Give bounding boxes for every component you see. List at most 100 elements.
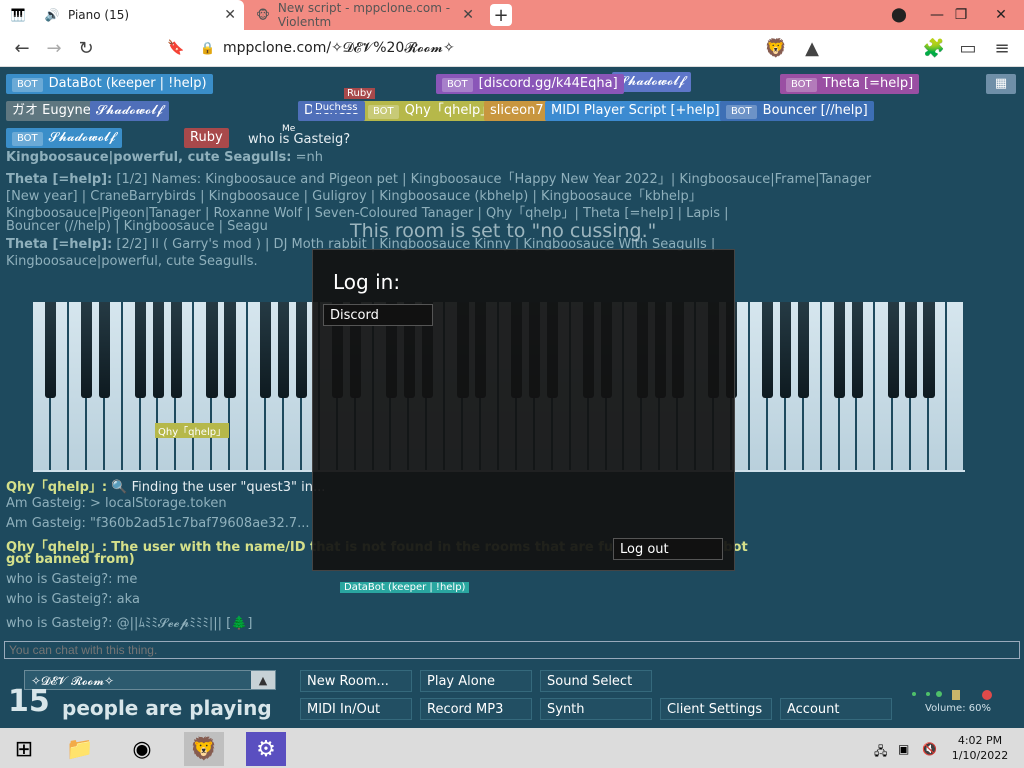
participant-chip[interactable]: 𝓢𝓱𝓪𝓭𝓸𝔀𝓸𝓵𝓯 [90, 101, 169, 121]
windows-start-icon[interactable]: ⊞ [4, 732, 44, 766]
black-key[interactable] [206, 302, 218, 398]
participant-chip[interactable]: sliceon7 [484, 101, 550, 121]
action-center-icon[interactable]: ▣ [898, 742, 909, 756]
chip-label: [discord.gg/k44Eqha] [478, 76, 618, 91]
volume-label: Volume: 60% [925, 703, 991, 714]
network-icon[interactable]: 🖧 [874, 742, 887, 763]
account-button[interactable]: Account [780, 698, 892, 720]
tab-piano[interactable]: 🎹 🔊 Piano (15) ✕ [0, 0, 244, 30]
synth-button[interactable]: Synth [540, 698, 652, 720]
chat-message: Kingboosauce|powerful, cute Seagulls. [6, 254, 258, 269]
sound-select-button[interactable]: Sound Select [540, 670, 652, 692]
close-window-icon[interactable]: ✕ [986, 0, 1016, 30]
chip-label: DataBot (keeper | !help) [48, 76, 207, 91]
participant-chip[interactable]: MIDI Player Script [+help] [545, 101, 726, 121]
grid-icon: ▦ [994, 76, 1008, 91]
black-key[interactable] [780, 302, 792, 398]
system-clock[interactable]: 4:02 PM 1/10/2022 [940, 733, 1020, 763]
black-key[interactable] [296, 302, 308, 398]
tab-new-script[interactable]: 🐵 New script - mppclone.com - Violentm ✕ [246, 0, 482, 30]
black-key[interactable] [833, 302, 845, 398]
participant-chip[interactable]: ガオ Eugyne [6, 101, 97, 121]
chip-label: ガオ Eugyne [12, 103, 91, 118]
record-mp3-button[interactable]: Record MP3 [420, 698, 532, 720]
client-settings-button[interactable]: Client Settings [660, 698, 772, 720]
speaker-icon[interactable]: 🔊 [44, 7, 60, 23]
brave-shield-icon[interactable]: 🦁 [764, 36, 788, 60]
address-bar[interactable]: 🔒 mppclone.com/✧𝓓𝓔𝓥%20𝓡𝓸𝓸𝓶✧ [200, 36, 760, 60]
settings-icon[interactable]: ⚙ [246, 732, 286, 766]
black-key[interactable] [851, 302, 863, 398]
cursor-label: Duchess [312, 102, 361, 113]
extensions-icon[interactable]: 🧩 [922, 36, 946, 60]
chevron-up-icon[interactable]: ▲ [251, 671, 275, 689]
chip-label: Ruby [190, 130, 223, 145]
chat-input[interactable] [4, 641, 1020, 659]
participant-chip[interactable]: BOT [discord.gg/k44Eqha] [436, 74, 624, 94]
participant-chip[interactable]: BOT Qhy「qhelp」 [362, 101, 500, 121]
tab-title: Piano (15) [68, 8, 130, 22]
reload-icon[interactable]: ↻ [74, 36, 98, 60]
profile-icon[interactable]: ⬤ [884, 0, 914, 30]
black-key[interactable] [260, 302, 272, 398]
forward-icon[interactable]: → [42, 36, 66, 60]
black-key[interactable] [887, 302, 899, 398]
grid-toggle-button[interactable]: ▦ [986, 74, 1016, 94]
chip-label: MIDI Player Script [+help] [551, 103, 720, 118]
black-key[interactable] [224, 302, 236, 398]
url-text: mppclone.com/✧𝓓𝓔𝓥%20𝓡𝓸𝓸𝓶✧ [222, 40, 455, 56]
play-alone-button[interactable]: Play Alone [420, 670, 532, 692]
black-key[interactable] [134, 302, 146, 398]
participant-list: BOT DataBot (keeper | !help) 𝓢𝓱𝓪𝓭𝓸𝔀𝓸𝓵𝓯 BO… [0, 66, 1024, 152]
wallet-icon[interactable]: ▭ [956, 36, 980, 60]
chip-label: 𝓢𝓱𝓪𝓭𝓸𝔀𝓸𝓵𝓯 [48, 130, 116, 145]
chat-message: Am Gasteig: "f360b2ad51c7baf79608ae32.7.… [6, 516, 310, 531]
menu-icon[interactable]: ≡ [990, 36, 1014, 60]
brave-browser-icon[interactable]: 🦁 [184, 732, 224, 766]
discord-login-button[interactable]: Discord [323, 304, 433, 326]
chip-label: Theta [=help] [822, 76, 914, 91]
back-icon[interactable]: ← [10, 36, 34, 60]
chat-message: who is Gasteig? [248, 132, 351, 147]
chip-label: Qhy「qhelp」 [404, 103, 494, 118]
chip-label: 𝓢𝓱𝓪𝓭𝓸𝔀𝓸𝓵𝓯 [618, 74, 685, 89]
participant-chip[interactable]: BOT 𝓢𝓱𝓪𝓭𝓸𝔀𝓸𝓵𝓯 [6, 128, 122, 148]
rewards-icon[interactable]: ▲ [800, 36, 824, 60]
chat-message: Qhy「qhelp」: 🔍 Finding the user "quest3" … [6, 480, 326, 495]
cursor-label: DataBot (keeper | !help) [340, 582, 470, 593]
bookmark-icon[interactable]: 🔖 [164, 36, 188, 60]
black-key[interactable] [81, 302, 93, 398]
clock-date: 1/10/2022 [951, 749, 1009, 762]
room-banner: This room is set to "no cussing." [350, 220, 657, 242]
black-key[interactable] [762, 302, 774, 398]
participant-chip[interactable]: Ruby [184, 128, 229, 148]
black-key[interactable] [923, 302, 935, 398]
black-key[interactable] [152, 302, 164, 398]
black-key[interactable] [797, 302, 810, 398]
violentmonkey-icon: 🐵 [256, 8, 270, 22]
new-room-button[interactable]: New Room... [300, 670, 412, 692]
participant-chip[interactable]: BOT Theta [=help] [780, 74, 920, 94]
room-select[interactable]: ✧𝓓𝓔𝓥 𝓡𝓸𝓸𝓶✧ ▲ [24, 670, 276, 690]
black-key[interactable] [98, 302, 111, 398]
participant-chip[interactable]: 𝓢𝓱𝓪𝓭𝓸𝔀𝓸𝓵𝓯 [612, 72, 691, 92]
black-key[interactable] [905, 302, 917, 398]
volume-muted-icon[interactable]: 🔇 [922, 742, 937, 756]
participant-chip[interactable]: BOT Bouncer [//help] [720, 101, 874, 121]
maximize-icon[interactable]: ❐ [946, 0, 976, 30]
black-key[interactable] [170, 302, 182, 398]
chrome-icon[interactable]: ◉ [122, 732, 162, 766]
logout-button[interactable]: Log out [613, 538, 723, 560]
close-icon[interactable]: ✕ [462, 7, 474, 23]
participant-chip[interactable]: BOT DataBot (keeper | !help) [6, 74, 213, 94]
chat-message: Bouncer (//help) | Kingboosauce | Seagu [6, 219, 268, 234]
login-modal: Log in: Discord Log out [312, 249, 735, 571]
volume-slider[interactable] [908, 688, 992, 702]
midi-button[interactable]: MIDI In/Out [300, 698, 412, 720]
file-explorer-icon[interactable]: 📁 [60, 732, 100, 766]
close-icon[interactable]: ✕ [224, 7, 236, 23]
chat-message: who is Gasteig?: @||ﾑﾐﾐ𝓢𝓮𝓮𝓹ﾐﾐﾐ||| [🌲] [6, 616, 253, 631]
black-key[interactable] [45, 302, 57, 398]
new-tab-button[interactable]: + [490, 4, 512, 26]
black-key[interactable] [278, 302, 290, 398]
